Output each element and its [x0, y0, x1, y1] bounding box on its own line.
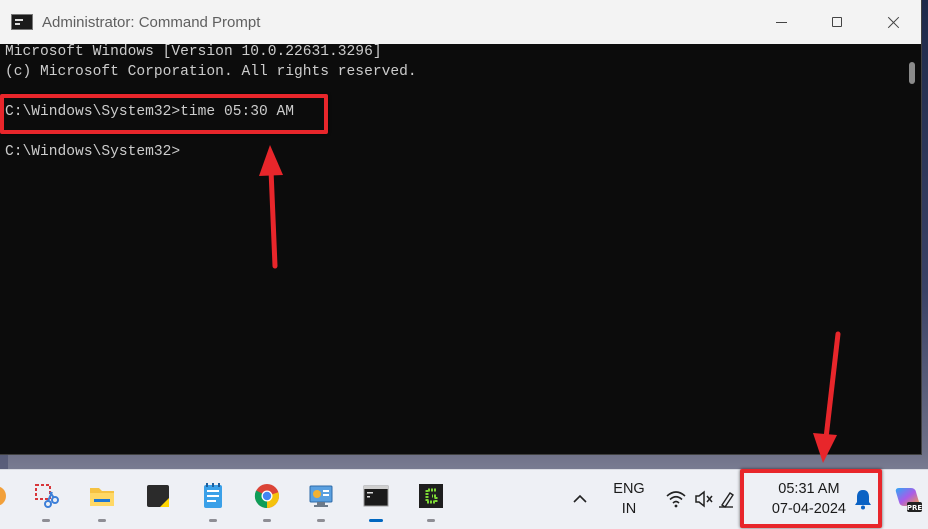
- taskbar-app-notepad[interactable]: [193, 482, 233, 522]
- command-prompt-icon: [11, 14, 33, 30]
- notepad-icon: [199, 482, 227, 510]
- running-indicator: [209, 519, 217, 522]
- running-indicator: [42, 519, 50, 522]
- language-code: ENG: [613, 481, 645, 497]
- window-controls: [753, 0, 921, 44]
- taskbar-app-file-explorer[interactable]: [82, 482, 122, 522]
- close-button[interactable]: [865, 0, 921, 44]
- maximize-button[interactable]: [809, 0, 865, 44]
- console-line: Microsoft Windows [Version 10.0.22631.32…: [5, 44, 382, 60]
- taskbar-app-snipping-tool[interactable]: [26, 482, 66, 522]
- svg-text:PRE: PRE: [907, 504, 923, 512]
- copilot-icon: PRE: [895, 488, 923, 512]
- taskbar-app-chrome[interactable]: [247, 482, 287, 522]
- vertical-scrollbar[interactable]: [903, 44, 921, 454]
- command-prompt-icon: [362, 482, 390, 510]
- console-prompt[interactable]: C:\Windows\System32>: [5, 142, 180, 162]
- language-indicator[interactable]: ENG IN: [610, 469, 648, 529]
- window-title: Administrator: Command Prompt: [42, 13, 261, 31]
- taskbar-app-greenshot[interactable]: [411, 482, 451, 522]
- file-explorer-icon: [88, 482, 116, 510]
- title-bar[interactable]: Administrator: Command Prompt: [0, 0, 921, 44]
- copilot-button[interactable]: PRE: [893, 469, 923, 529]
- active-indicator: [369, 519, 383, 522]
- clock-highlight-box: [740, 469, 882, 528]
- quick-settings-icons: [666, 490, 734, 508]
- language-region: IN: [621, 501, 637, 517]
- snipping-tool-icon: [32, 482, 60, 510]
- minimize-button[interactable]: [753, 0, 809, 44]
- wifi-icon: [666, 491, 686, 508]
- volume-muted-icon: [695, 490, 713, 508]
- scroll-thumb[interactable]: [909, 62, 915, 84]
- running-indicator: [427, 519, 435, 522]
- running-indicator: [263, 519, 271, 522]
- app-icon: [0, 482, 10, 510]
- chrome-icon: [253, 482, 281, 510]
- sticky-notes-icon: [144, 482, 172, 510]
- taskbar-app-sticky-notes[interactable]: [138, 482, 178, 522]
- running-indicator: [317, 519, 325, 522]
- minimize-icon: [775, 21, 787, 23]
- taskbar-app-control-panel[interactable]: [301, 482, 341, 522]
- show-hidden-icons-button[interactable]: [570, 469, 590, 529]
- pen-icon: [719, 492, 734, 508]
- maximize-icon: [832, 17, 842, 27]
- command-prompt-window[interactable]: Administrator: Command Prompt Microsoft …: [0, 0, 922, 455]
- quick-settings-button[interactable]: [664, 469, 736, 529]
- chevron-up-icon: [573, 494, 587, 503]
- control-panel-icon: [307, 482, 335, 510]
- close-icon: [887, 16, 900, 29]
- running-indicator: [98, 519, 106, 522]
- taskbar-app-partial[interactable]: [0, 482, 16, 522]
- console-line: (c) Microsoft Corporation. All rights re…: [5, 64, 417, 80]
- greenshot-icon: [417, 482, 445, 510]
- taskbar-app-command-prompt[interactable]: [356, 482, 396, 522]
- command-highlight-box: [0, 94, 328, 134]
